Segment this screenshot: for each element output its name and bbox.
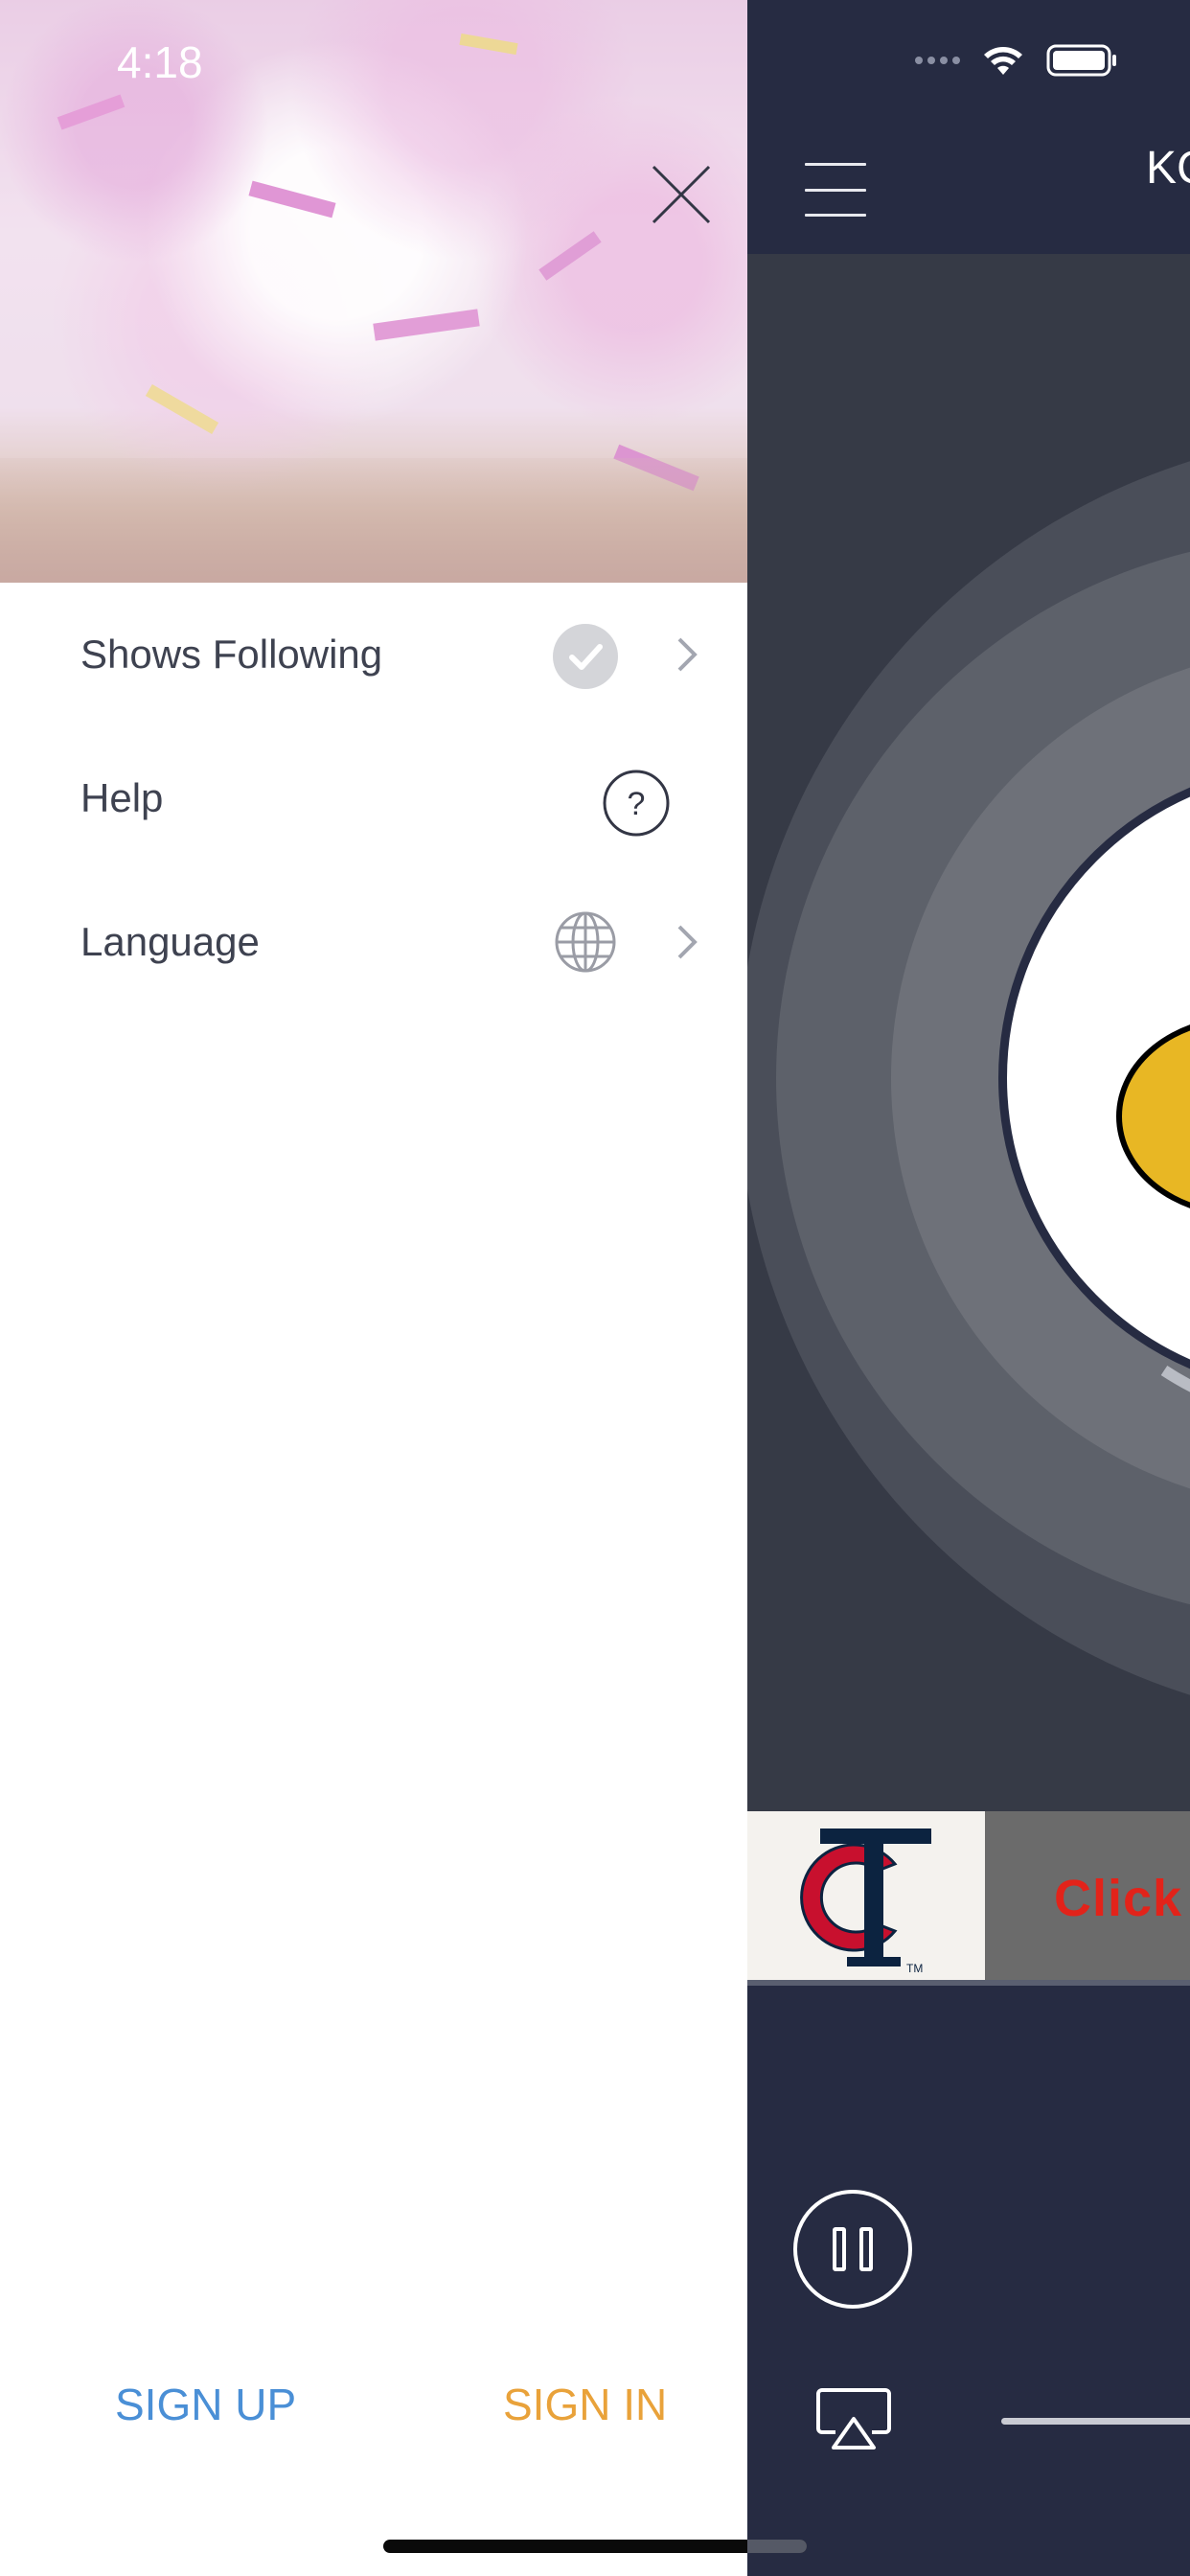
menu-item-label: Help — [80, 775, 164, 820]
globe-icon — [555, 911, 616, 973]
confetti-piece — [145, 383, 219, 435]
question-circle-icon: ? — [603, 770, 670, 837]
confetti-piece — [613, 444, 699, 492]
menu-item-shows-following[interactable]: Shows Following — [0, 583, 747, 726]
menu-icon[interactable] — [805, 163, 866, 217]
home-indicator[interactable] — [383, 2540, 807, 2553]
svg-text:TM: TM — [906, 1962, 923, 1975]
menu-item-language[interactable]: Language — [0, 870, 747, 1014]
volume-slider[interactable] — [1001, 2418, 1190, 2425]
cellular-signal-icon — [915, 57, 960, 64]
confetti-piece — [57, 94, 126, 130]
menu-item-help[interactable]: Help ? — [0, 726, 747, 870]
pause-icon — [833, 2227, 846, 2271]
check-circle-icon — [553, 624, 618, 689]
chevron-right-icon — [677, 637, 698, 672]
ad-text: Click — [1054, 1870, 1183, 1927]
confetti-piece — [248, 180, 336, 218]
sign-in-button[interactable]: SIGN IN — [503, 2379, 667, 2430]
drawer-header-image: 4:18 — [0, 0, 747, 583]
sign-up-button[interactable]: SIGN UP — [115, 2379, 296, 2430]
chevron-right-icon — [677, 925, 698, 959]
close-icon[interactable] — [650, 163, 713, 226]
playback-progress-arc — [1160, 1365, 1190, 1392]
player-screen: KC TM Click — [747, 0, 1190, 2576]
svg-text:?: ? — [628, 786, 646, 822]
station-title: KC — [1146, 143, 1190, 194]
ad-banner[interactable]: TM Click — [747, 1811, 1190, 1980]
battery-icon — [1046, 44, 1116, 77]
status-time: 4:18 — [117, 37, 203, 87]
home-indicator-overlap — [747, 2540, 807, 2553]
airplay-icon[interactable] — [814, 2386, 893, 2453]
menu-item-label: Shows Following — [80, 632, 383, 677]
crowd-silhouette — [0, 458, 747, 583]
side-drawer: 4:18 Shows Following Help ? Language SIG… — [0, 0, 747, 2576]
drawer-menu: Shows Following Help ? Language — [0, 583, 747, 1014]
confetti-piece — [538, 231, 602, 281]
player-topbar: KC — [747, 0, 1190, 254]
ad-divider — [747, 1980, 1190, 1986]
wifi-icon — [984, 47, 1022, 75]
pause-button[interactable] — [793, 2190, 912, 2309]
menu-item-label: Language — [80, 919, 260, 964]
confetti-piece — [459, 33, 518, 56]
twins-logo-icon: TM — [747, 1811, 985, 1980]
confetti-piece — [373, 309, 480, 341]
station-artwork — [747, 254, 1190, 1811]
status-icons — [915, 43, 1119, 78]
